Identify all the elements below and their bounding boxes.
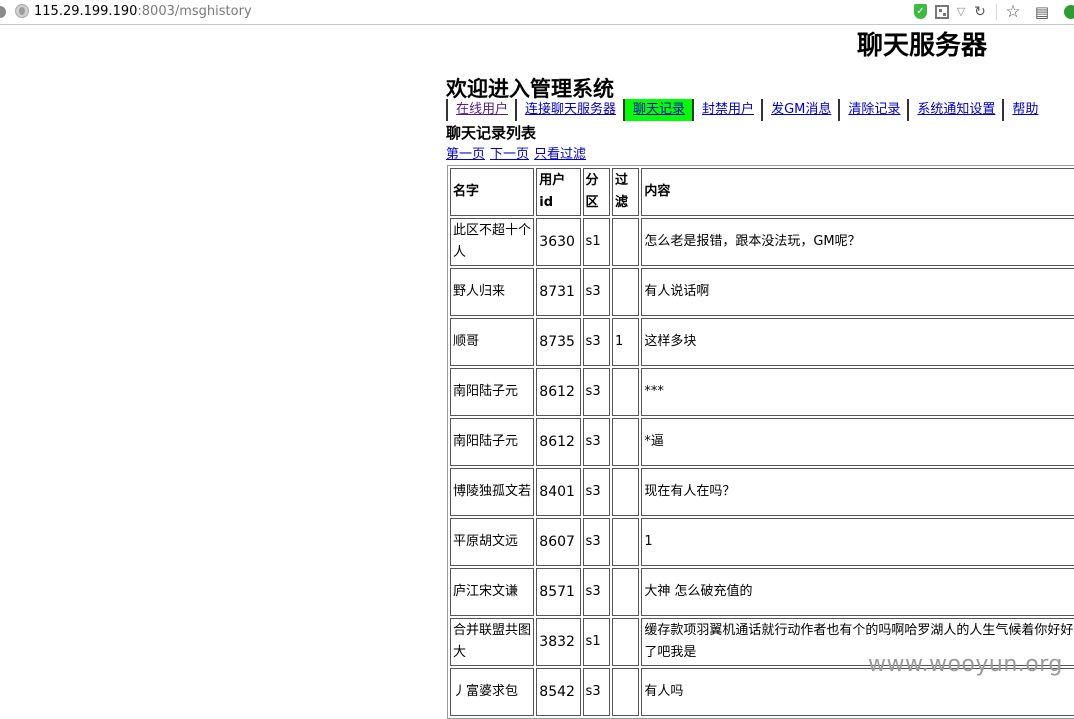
cell-zone: s3 (582, 518, 610, 566)
cell-content: *** (641, 368, 1074, 416)
cell-uid: 8731 (536, 268, 581, 316)
toolbar-divider (996, 4, 997, 20)
watermark: www.wooyun.org (868, 652, 1063, 677)
url-path: :8003/msghistory (137, 4, 252, 19)
cell-uid: 3630 (536, 218, 581, 266)
cell-content: 1 (641, 518, 1074, 566)
cell-content: 现在有人在吗？ (641, 468, 1074, 516)
cell-uid: 3832 (536, 618, 581, 666)
table-row: 顺哥 8735 s3 1 这样多块 (450, 318, 1074, 366)
filtered-only-link[interactable]: 只看过滤 (534, 147, 586, 162)
cell-name: 南阳陆子元 (450, 368, 535, 416)
table-header-row: 名字 用户id 分区 过滤 内容 (450, 168, 1074, 216)
cell-content: 这样多块 (641, 318, 1074, 366)
cell-name: 平原胡文远 (450, 518, 535, 566)
cell-zone: s3 (582, 568, 610, 616)
cell-zone: s3 (582, 418, 610, 466)
cell-name: 丿富婆求包 (450, 668, 535, 716)
table-row: 野人归来 8731 s3 有人说话啊 (450, 268, 1074, 316)
cell-filter (611, 268, 640, 316)
cell-name: 合并联盟共图大 (450, 618, 535, 666)
cell-filter (611, 418, 640, 466)
cell-name: 野人归来 (450, 268, 535, 316)
cell-uid: 8542 (536, 668, 581, 716)
cell-zone: s3 (582, 268, 610, 316)
bookmark-star-icon[interactable]: ☆ (1004, 4, 1022, 21)
nav-notify-settings[interactable]: 系统通知设置 (907, 99, 1003, 121)
browser-address-bar: 115.29.199.190:8003/msghistory ✓ ▽ ↻ ☆ ▤ (0, 0, 1074, 25)
cell-content: 怎么老是报错，跟本没法玩，GM呢？ (641, 218, 1074, 266)
back-tab-icon[interactable] (0, 6, 6, 18)
table-row: 此区不超十个人 3630 s1 怎么老是报错，跟本没法玩，GM呢？ (450, 218, 1074, 266)
col-header-filter: 过滤 (611, 168, 640, 216)
cell-uid: 8612 (536, 368, 581, 416)
dropdown-arrow-icon[interactable]: ▽ (955, 4, 967, 20)
cell-uid: 8401 (536, 468, 581, 516)
first-page-link[interactable]: 第一页 (446, 147, 485, 162)
cell-filter (611, 668, 640, 716)
cell-zone: s1 (582, 618, 610, 666)
chat-list-title: 聊天记录列表 (446, 124, 537, 142)
pager: 第一页 下一页 只看过滤 (446, 146, 591, 164)
cell-content: *逼 (641, 418, 1074, 466)
nav-chat-history[interactable]: 聊天记录 (623, 99, 693, 121)
cell-zone: s1 (582, 218, 610, 266)
table-row: 南阳陆子元 8612 s3 *逼 (450, 418, 1074, 466)
cell-uid: 8607 (536, 518, 581, 566)
nav-send-gm[interactable]: 发GM消息 (761, 99, 839, 121)
col-header-uid: 用户id (536, 168, 581, 216)
cell-uid: 8571 (536, 568, 581, 616)
extension-icon[interactable] (1064, 5, 1074, 19)
url-host: 115.29.199.190 (34, 4, 138, 19)
cell-filter: 1 (611, 318, 640, 366)
col-header-name: 名字 (450, 168, 535, 216)
nav-ban-user[interactable]: 封禁用户 (692, 99, 762, 121)
cell-name: 庐江宋文谦 (450, 568, 535, 616)
nav-online-users[interactable]: 在线用户 (446, 99, 516, 121)
cell-zone: s3 (582, 318, 610, 366)
table-row: 博陵独孤文若 8401 s3 现在有人在吗？ (450, 468, 1074, 516)
table-row: 南阳陆子元 8612 s3 *** (450, 368, 1074, 416)
chat-history-table: 名字 用户id 分区 过滤 内容 此区不超十个人 3630 s1 怎么老是报错，跟本没… (447, 165, 1074, 719)
cell-name: 南阳陆子元 (450, 418, 535, 466)
url-field[interactable]: 115.29.199.190:8003/msghistory (34, 4, 252, 20)
qr-code-icon[interactable] (935, 5, 949, 19)
reload-icon[interactable]: ↻ (972, 4, 988, 20)
reading-list-icon[interactable]: ▤ (1034, 4, 1050, 20)
cell-uid: 8735 (536, 318, 581, 366)
nav-connect-server[interactable]: 连接聊天服务器 (515, 99, 624, 121)
cell-content: 有人说话啊 (641, 268, 1074, 316)
cell-name: 此区不超十个人 (450, 218, 535, 266)
cell-uid: 8612 (536, 418, 581, 466)
cell-name: 博陵独孤文若 (450, 468, 535, 516)
main-nav: 在线用户 连接聊天服务器 聊天记录 封禁用户 发GM消息 清除记录 系统通知设置 帮助 (446, 99, 1046, 121)
server-title: 聊天服务器 (857, 31, 988, 61)
table-row: 平原胡文远 8607 s3 1 (450, 518, 1074, 566)
globe-icon (15, 4, 29, 18)
cell-filter (611, 518, 640, 566)
nav-clear-records[interactable]: 清除记录 (838, 99, 908, 121)
cell-zone: s3 (582, 668, 610, 716)
cell-zone: s3 (582, 468, 610, 516)
security-shield-icon[interactable]: ✓ (914, 4, 927, 19)
cell-filter (611, 368, 640, 416)
nav-help[interactable]: 帮助 (1002, 99, 1046, 121)
cell-name: 顺哥 (450, 318, 535, 366)
cell-filter (611, 468, 640, 516)
col-header-content: 内容 (641, 168, 1074, 216)
next-page-link[interactable]: 下一页 (490, 147, 529, 162)
cell-content: 大神 怎么破充值的 (641, 568, 1074, 616)
cell-zone: s3 (582, 368, 610, 416)
cell-filter (611, 618, 640, 666)
table-row: 庐江宋文谦 8571 s3 大神 怎么破充值的 (450, 568, 1074, 616)
col-header-zone: 分区 (582, 168, 610, 216)
cell-filter (611, 568, 640, 616)
cell-filter (611, 218, 640, 266)
